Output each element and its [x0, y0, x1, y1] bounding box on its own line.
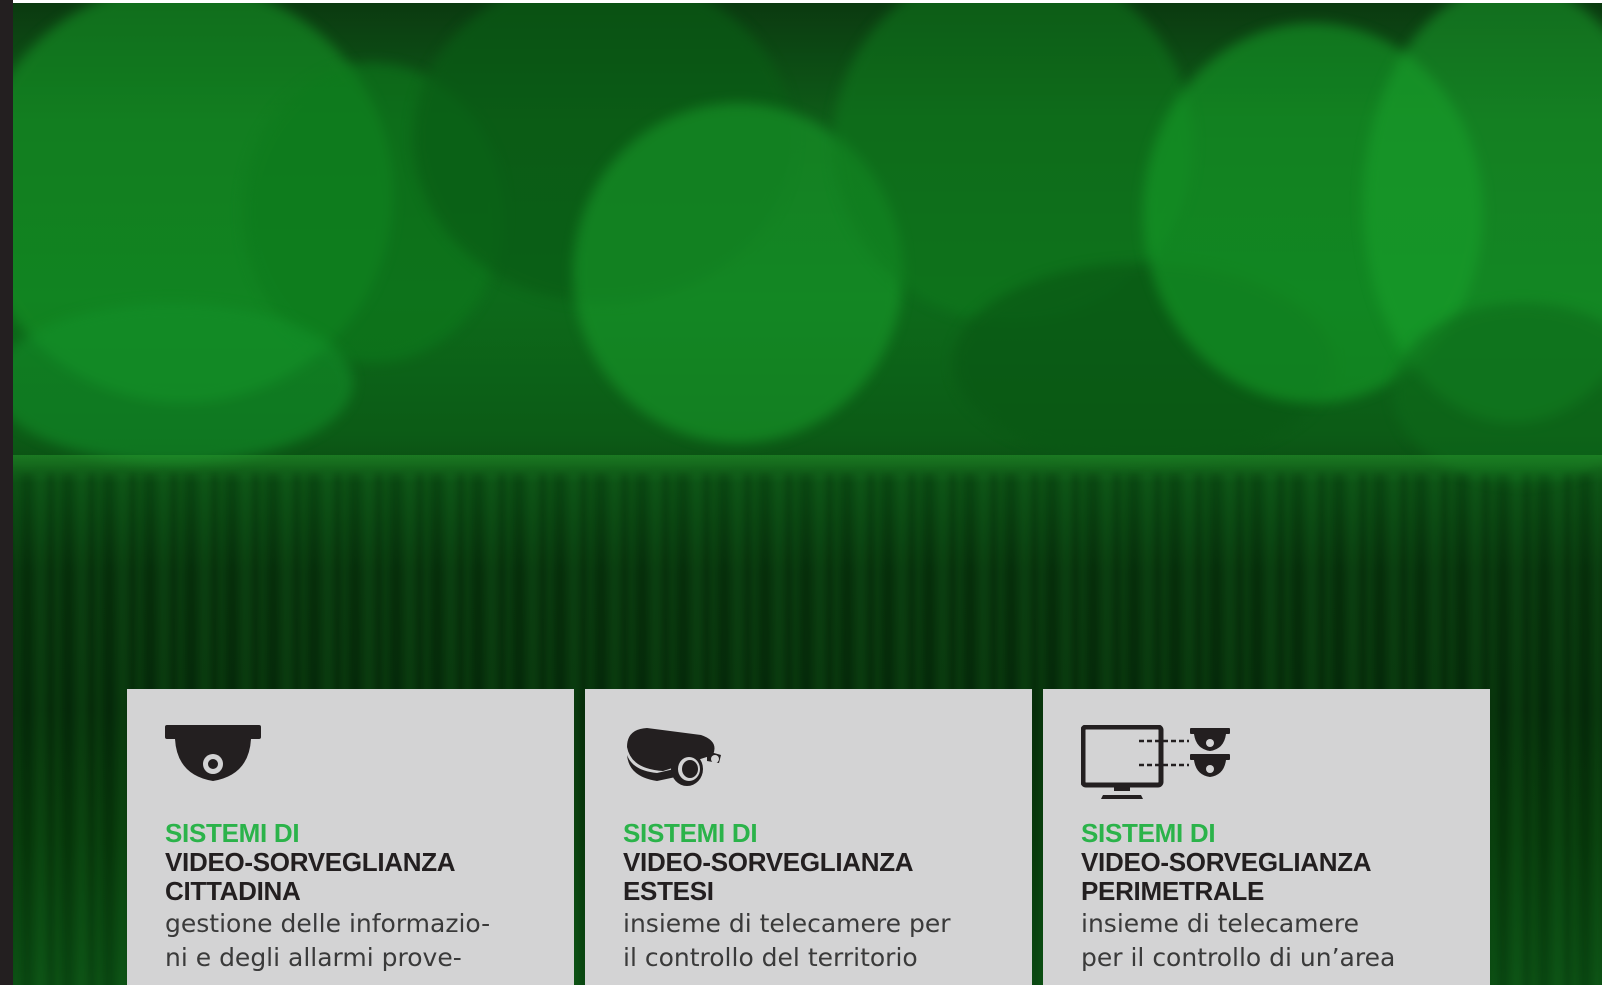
services-cards: SISTEMI DI VIDEO-SORVEGLIANZA CITTADINA …	[127, 689, 1490, 985]
card-description-line: il controllo del territorio	[623, 943, 918, 972]
card-title-main: VIDEO-SORVEGLIANZA	[165, 847, 456, 877]
service-card-estesi[interactable]: SISTEMI DI VIDEO-SORVEGLIANZA ESTESI ins…	[585, 689, 1032, 985]
card-description-line: gestione delle informazio-	[165, 909, 491, 938]
service-card-cittadina[interactable]: SISTEMI DI VIDEO-SORVEGLIANZA CITTADINA …	[127, 689, 574, 985]
card-title-sub: ESTESI	[623, 876, 714, 906]
monitor-cameras-icon	[1081, 725, 1452, 819]
card-description-line: insieme di telecamere per	[623, 909, 951, 938]
card-title-prefix: SISTEMI DI	[1081, 818, 1216, 848]
service-card-perimetrale[interactable]: SISTEMI DI VIDEO-SORVEGLIANZA PERIMETRAL…	[1043, 689, 1490, 985]
card-title-prefix: SISTEMI DI	[165, 818, 300, 848]
card-description-line: ni e degli allarmi prove-	[165, 943, 462, 972]
bullet-camera-icon	[623, 725, 994, 819]
card-title-main: VIDEO-SORVEGLIANZA	[623, 847, 914, 877]
card-description-line: per il controllo di un’area	[1081, 943, 1396, 972]
dome-camera-icon	[165, 725, 536, 819]
card-title-sub: PERIMETRALE	[1081, 876, 1265, 906]
card-title-main: VIDEO-SORVEGLIANZA	[1081, 847, 1372, 877]
card-title-prefix: SISTEMI DI	[623, 818, 758, 848]
card-title-sub: CITTADINA	[165, 876, 301, 906]
left-edge-bar	[0, 0, 13, 985]
card-description-line: insieme di telecamere	[1081, 909, 1360, 938]
